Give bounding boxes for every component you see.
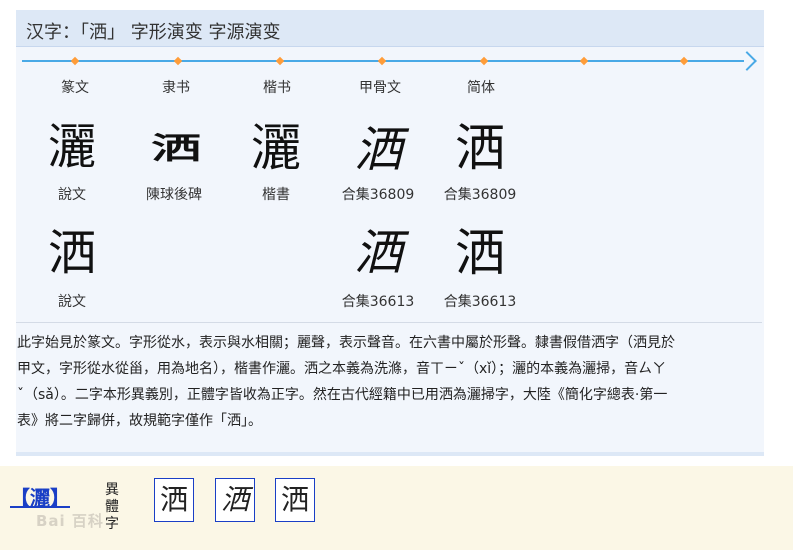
section-divider — [16, 322, 762, 323]
evolution-timeline — [22, 51, 757, 71]
timeline-dot — [679, 56, 689, 66]
variant-char-box[interactable]: 洒 — [275, 478, 315, 522]
variant-label: 異 體 字 — [104, 482, 120, 533]
glyph-regular-kaishu: 灑 — [251, 119, 301, 177]
timeline-dot — [479, 56, 489, 66]
etymology-description: 此字始見於篆文。字形從水，表示與水相關；麗聲，表示聲音。在六書中屬於形聲。隸書假… — [17, 330, 762, 434]
variant-char-box[interactable]: 洒 — [154, 478, 194, 522]
variant-label-char: 字 — [105, 516, 119, 532]
variant-char-box[interactable]: 洒 — [215, 478, 255, 522]
glyph-caption: 合集36809 — [443, 187, 517, 203]
panel-title: 汉字：「洒」 字形演变 字源演变 — [26, 22, 281, 43]
glyph-caption: 合集36613 — [443, 294, 517, 310]
timeline-arrow-icon — [737, 51, 757, 71]
glyph-simplified-36809: 洒 — [455, 119, 505, 177]
stage-label-oracle: 甲骨文 — [359, 80, 401, 96]
stage-label-clerical: 隶书 — [162, 80, 190, 96]
variant-label-char: 異 — [105, 482, 119, 498]
glyph-caption: 陳球後碑 — [146, 187, 202, 203]
timeline-dot — [275, 56, 285, 66]
glyph-oracle-36809: 洒 — [353, 122, 402, 178]
glyph-clerical-chenqiu: 洒 — [151, 130, 201, 166]
headword-link[interactable]: 【灑】 — [10, 482, 70, 511]
timeline-dot — [579, 56, 589, 66]
glyph-caption: 合集36809 — [341, 187, 415, 203]
glyph-caption: 楷書 — [262, 187, 290, 203]
glyph-oracle-36613: 洒 — [353, 225, 402, 281]
stage-label-regular: 楷书 — [263, 80, 291, 96]
description-line: 甲文，字形從水從甾，用為地名），楷書作灑。洒之本義為洗滌，音ㄒㄧˇ（xǐ）；灑的… — [17, 361, 667, 377]
stage-label-seal: 篆文 — [61, 80, 89, 96]
timeline-dot — [173, 56, 183, 66]
stage-label-simplified: 简体 — [467, 80, 495, 96]
timeline-dot — [377, 56, 387, 66]
variant-label-char: 體 — [105, 499, 119, 515]
glyph-simplified-36613: 洒 — [455, 224, 505, 282]
timeline-dot — [70, 56, 80, 66]
glyph-caption: 說文 — [58, 294, 86, 310]
variant-characters-bar: 【灑】 Bai 百科 異 體 字 洒 洒 洒 — [0, 466, 793, 550]
glyph-caption: 說文 — [58, 187, 86, 203]
glyph-caption: 合集36613 — [341, 294, 415, 310]
panel-bottom-bar — [16, 452, 764, 456]
description-line: 表》將二字歸併，故規範字僅作「洒」。 — [17, 413, 262, 429]
description-line: 此字始見於篆文。字形從水，表示與水相關；麗聲，表示聲音。在六書中屬於形聲。隸書假… — [17, 335, 675, 351]
panel-header: 汉字：「洒」 字形演变 字源演变 — [16, 10, 764, 47]
baike-watermark: Bai 百科 — [36, 512, 104, 530]
glyph-seal-shuowen: 灑 — [47, 119, 96, 175]
description-line: ˇ（sǎ）。二字本形異義別，正體字皆收為正字。然在古代經籍中已用洒為灑掃字，大陸… — [17, 387, 668, 403]
glyph-seal-shuowen-alt: 洒 — [47, 225, 96, 281]
